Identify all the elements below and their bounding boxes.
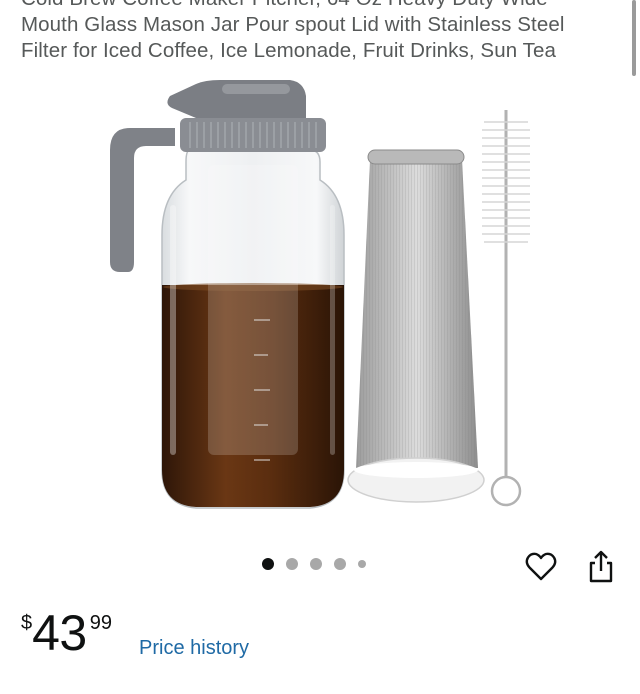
price-currency-symbol: $	[21, 612, 33, 634]
product-title-line: Mouth Glass Mason Jar Pour spout Lid wit…	[21, 13, 565, 36]
carousel-dot[interactable]	[262, 558, 274, 570]
heart-icon[interactable]	[523, 548, 559, 586]
carousel-dot[interactable]	[358, 560, 366, 568]
price-whole: 43	[32, 605, 87, 661]
carousel-dot[interactable]	[334, 558, 346, 570]
share-icon[interactable]	[583, 548, 619, 586]
product-image[interactable]	[0, 78, 640, 518]
product-title-line: Cold Brew Coffee Maker Pitcher, 64 Oz He…	[21, 0, 621, 12]
page-scrollbar[interactable]	[632, 0, 636, 76]
product-title: Cold Brew Coffee Maker Pitcher, 64 Oz He…	[21, 0, 621, 64]
price-fraction: 99	[89, 612, 112, 634]
image-carousel-dots[interactable]	[262, 558, 366, 570]
price-history-link[interactable]: Price history	[139, 637, 249, 660]
price: $ 43 99	[21, 604, 112, 662]
carousel-dot[interactable]	[286, 558, 298, 570]
product-title-line: Filter for Iced Coffee, Ice Lemonade, Fr…	[21, 39, 556, 62]
carousel-dot[interactable]	[310, 558, 322, 570]
